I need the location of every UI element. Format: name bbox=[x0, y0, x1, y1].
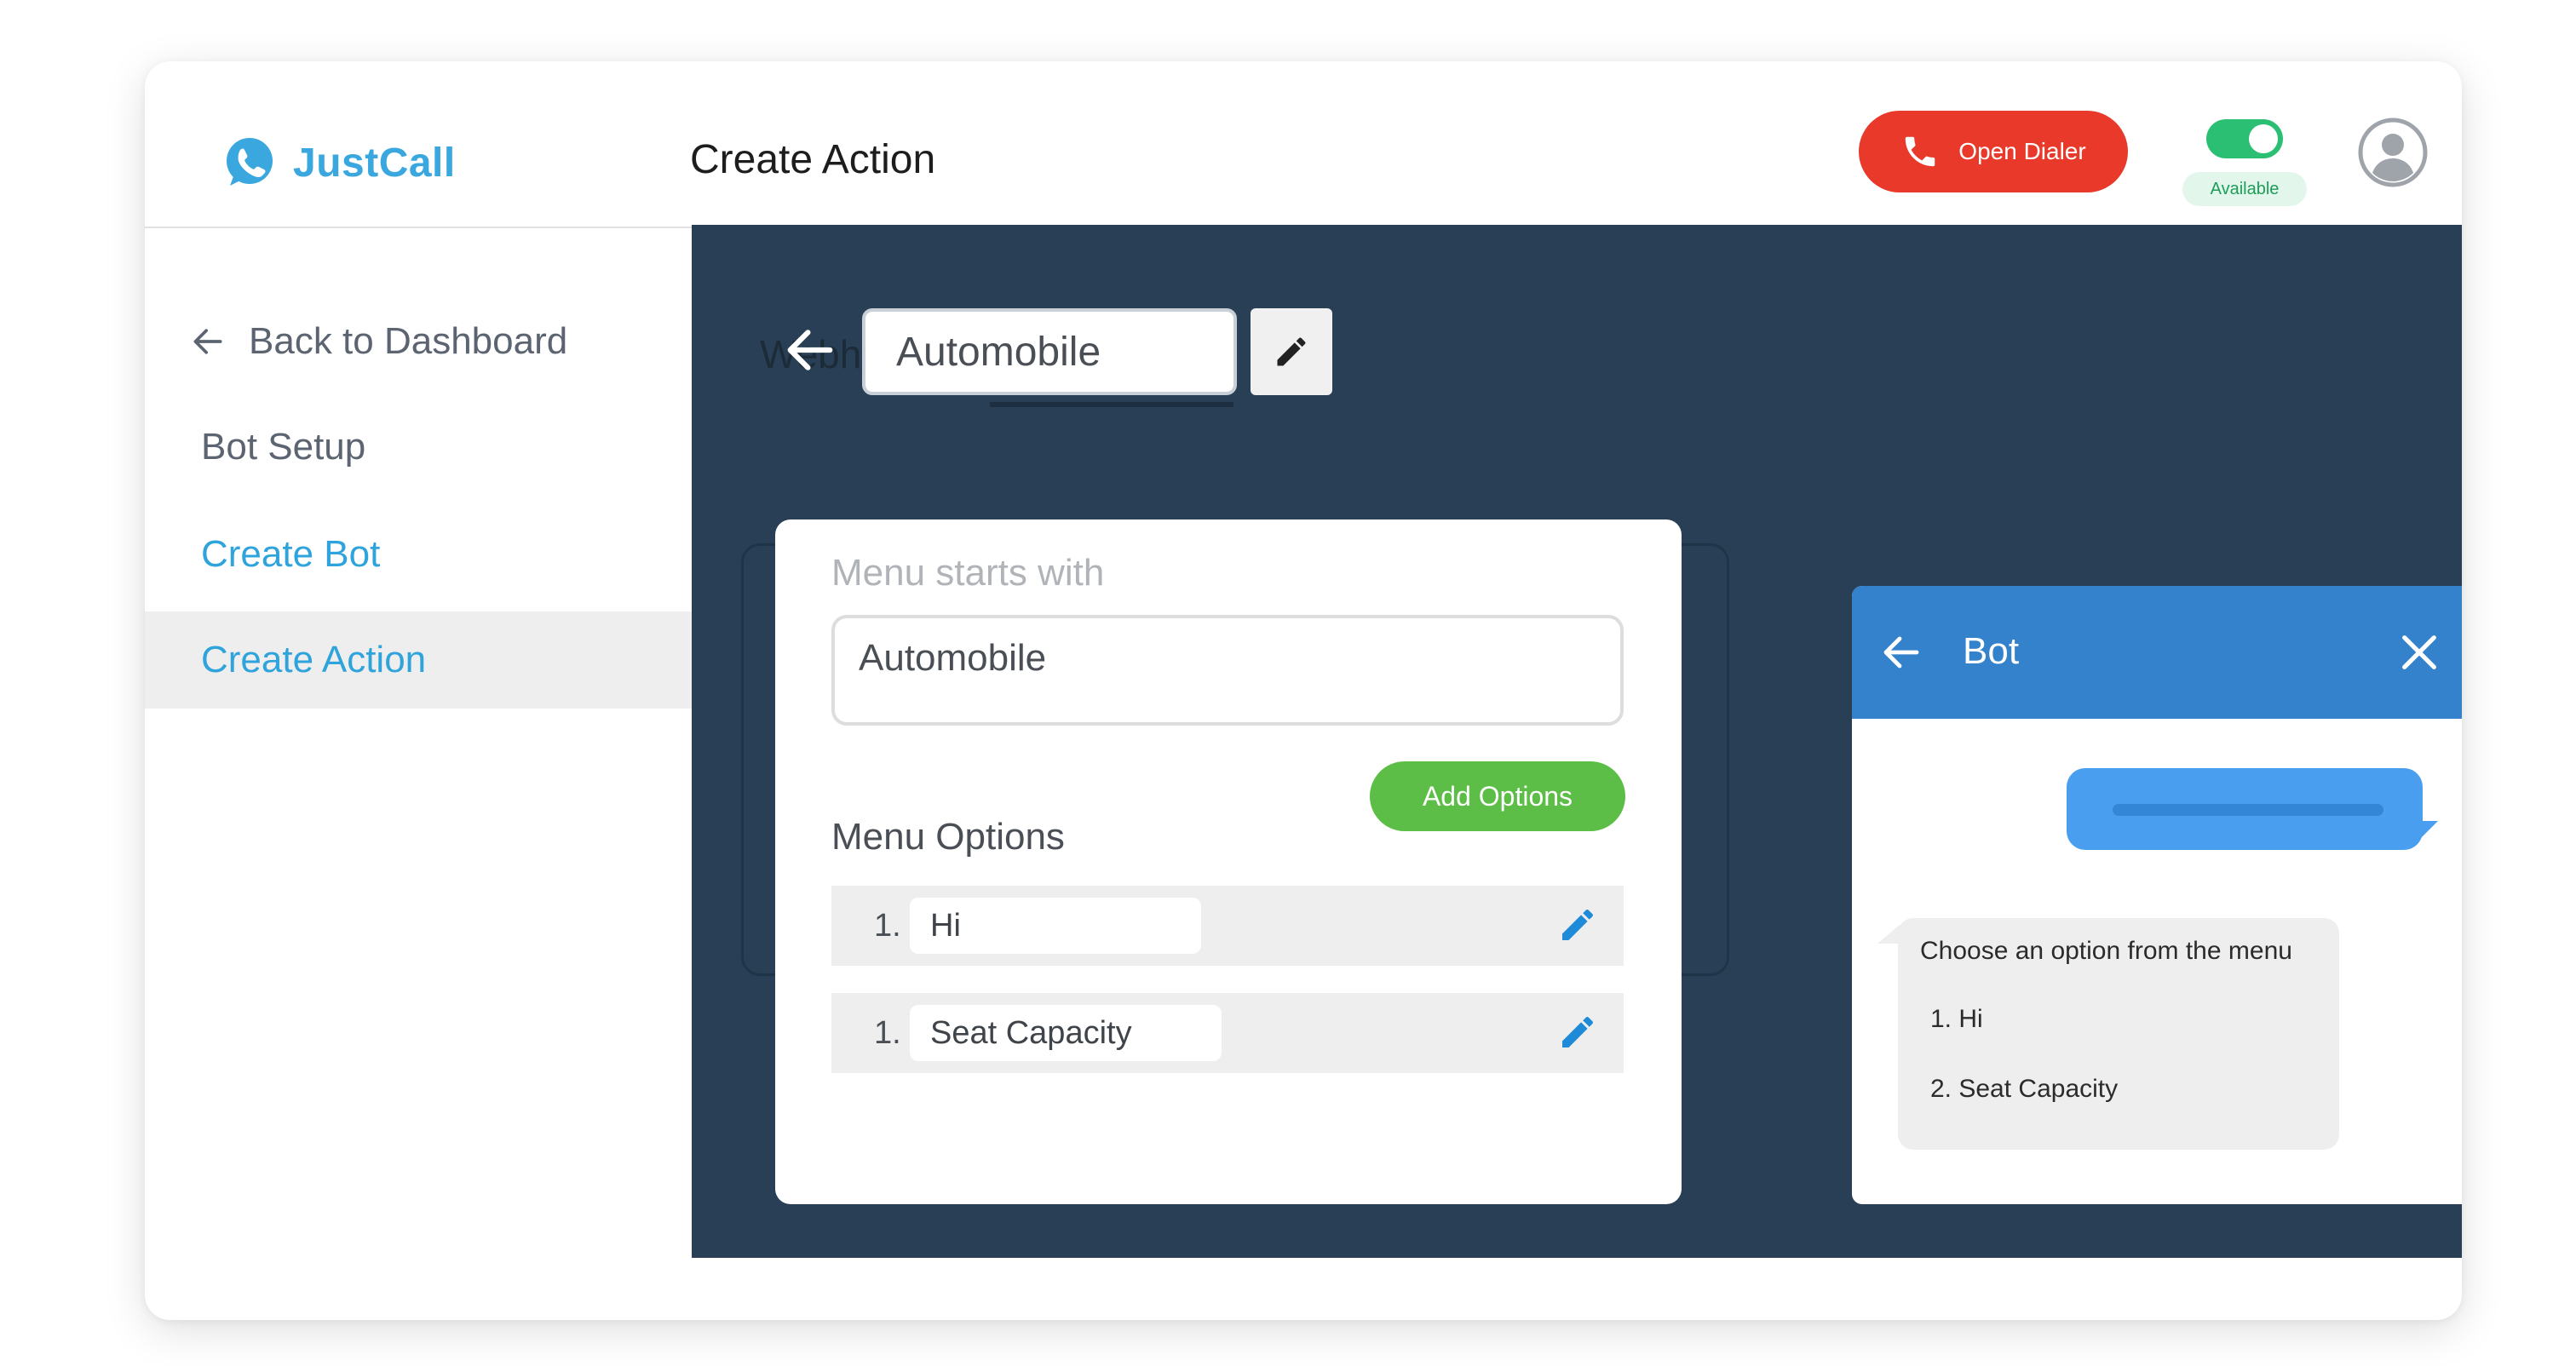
sidebar: Back to Dashboard Bot Setup Create Bot C… bbox=[145, 227, 692, 1320]
user-message-bubble bbox=[2067, 768, 2423, 850]
phone-icon bbox=[1906, 136, 1935, 167]
message-placeholder-line bbox=[2113, 804, 2383, 816]
sidebar-item-label: Bot Setup bbox=[201, 426, 366, 468]
menu-editor-card: Menu starts with Automobile Add Options … bbox=[775, 519, 1682, 1204]
bot-option-item: 1. Hi bbox=[1930, 1005, 1983, 1033]
menu-option-row: 1. Seat Capacity bbox=[831, 993, 1624, 1073]
user-bubble-tail bbox=[2414, 821, 2438, 845]
bot-message-text: Choose an option from the menu bbox=[1920, 937, 2292, 965]
bot-preview-title: Bot bbox=[1963, 630, 2020, 672]
app-name: JustCall bbox=[293, 140, 456, 186]
sidebar-item-label: Create Bot bbox=[201, 533, 381, 575]
bot-preview-panel: Bot Choose an option from the menu 1. Hi… bbox=[1852, 586, 2462, 1204]
action-name-field[interactable]: Automobile bbox=[862, 308, 1237, 395]
user-avatar-icon[interactable] bbox=[2358, 118, 2428, 187]
arrow-left-icon bbox=[193, 329, 222, 354]
arrow-left-icon[interactable] bbox=[784, 324, 837, 376]
status-badge: Available bbox=[2182, 172, 2307, 206]
pencil-icon bbox=[1277, 337, 1306, 366]
page-title: Create Action bbox=[690, 137, 936, 182]
back-to-dashboard-label: Back to Dashboard bbox=[249, 320, 568, 362]
arrow-left-icon[interactable] bbox=[1881, 632, 1922, 673]
availability-toggle[interactable] bbox=[2206, 119, 2283, 158]
option-number: 1. bbox=[874, 907, 901, 944]
option-text-field[interactable]: Seat Capacity bbox=[910, 1005, 1222, 1061]
option-text-field[interactable]: Hi bbox=[910, 898, 1201, 954]
edit-name-button[interactable] bbox=[1251, 308, 1332, 395]
menu-option-row: 1. Hi bbox=[831, 886, 1624, 966]
open-dialer-label: Open Dialer bbox=[1958, 138, 2086, 164]
back-to-dashboard-link[interactable]: Back to Dashboard bbox=[189, 320, 567, 363]
pencil-icon[interactable] bbox=[1557, 1012, 1598, 1053]
app-window: JustCall Create Action Open Dialer Avail… bbox=[145, 61, 2462, 1320]
close-icon[interactable] bbox=[2397, 630, 2441, 674]
open-dialer-button[interactable]: Open Dialer bbox=[1859, 111, 2128, 192]
bot-preview-header: Bot bbox=[1852, 586, 2462, 719]
whatsapp-phone-icon bbox=[227, 138, 273, 186]
bot-bubble-tail bbox=[1877, 925, 1900, 944]
menu-starts-input[interactable]: Automobile bbox=[831, 615, 1624, 726]
bot-message-bubble: Choose an option from the menu 1. Hi 2. … bbox=[1898, 918, 2339, 1150]
sidebar-item-create-action[interactable]: Create Action bbox=[145, 611, 692, 709]
menu-starts-label: Menu starts with bbox=[831, 552, 1105, 594]
bot-preview-body: Bot Choose an option from the menu 1. Hi… bbox=[1852, 586, 2462, 1204]
bot-option-item: 2. Seat Capacity bbox=[1930, 1075, 2119, 1103]
toggle-knob bbox=[2249, 124, 2278, 153]
menu-options-heading: Menu Options bbox=[831, 816, 1065, 858]
sidebar-item-create-bot[interactable]: Create Bot bbox=[145, 506, 692, 603]
option-number: 1. bbox=[874, 1014, 901, 1051]
main-content: Webh Automobile Menu starts with Automob… bbox=[692, 225, 2462, 1258]
top-header: JustCall Create Action Open Dialer Avail… bbox=[145, 61, 2462, 227]
sidebar-item-bot-setup[interactable]: Bot Setup bbox=[145, 399, 692, 496]
tab-underline bbox=[990, 402, 1233, 407]
sidebar-item-label: Create Action bbox=[201, 639, 427, 680]
add-options-button[interactable]: Add Options bbox=[1370, 761, 1625, 831]
app-logo[interactable]: JustCall bbox=[221, 135, 456, 191]
pencil-icon[interactable] bbox=[1557, 904, 1598, 945]
